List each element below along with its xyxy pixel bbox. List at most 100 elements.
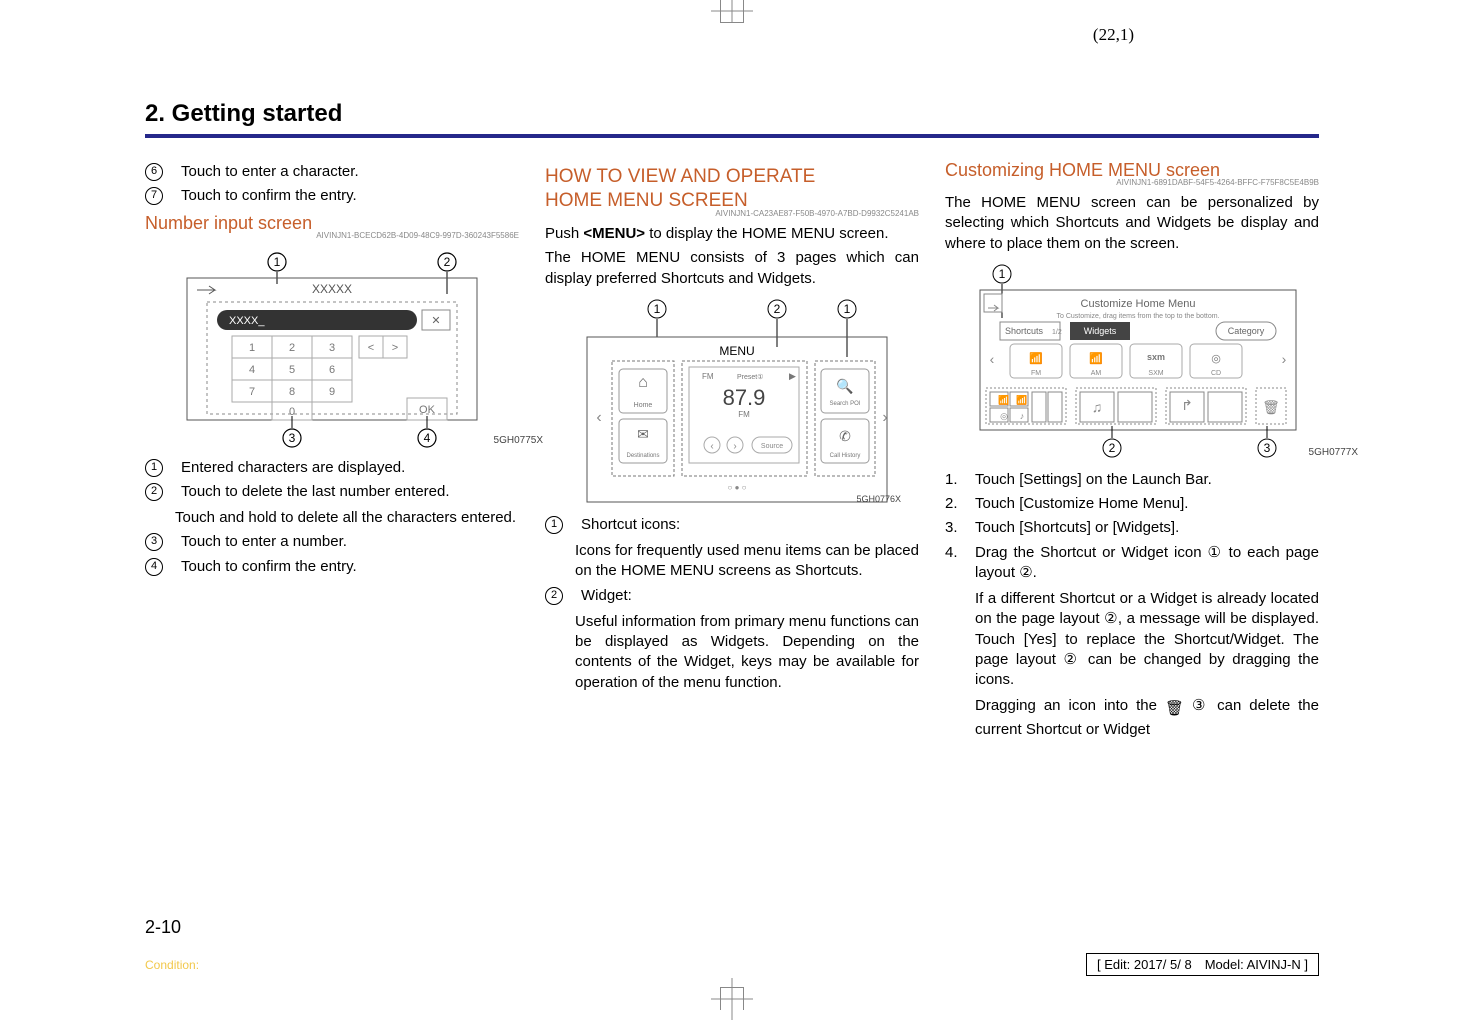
item-2-sub: Touch and hold to delete all the charact… bbox=[175, 508, 519, 528]
edit-info-box: [ Edit: 2017/ 5/ 8 Model: AIVINJ-N ] bbox=[1086, 953, 1319, 976]
svg-text:FM: FM bbox=[1031, 370, 1041, 377]
crop-mark-top bbox=[720, 0, 744, 23]
svg-text:📶: 📶 bbox=[998, 394, 1009, 405]
svg-text:⌂: ⌂ bbox=[638, 374, 648, 391]
svg-text:1: 1 bbox=[249, 342, 255, 354]
svg-text:›: › bbox=[882, 409, 887, 426]
svg-text:Call History: Call History bbox=[830, 453, 861, 459]
step-2-text: Touch [Customize Home Menu]. bbox=[975, 494, 1319, 514]
svg-text:▶: ▶ bbox=[789, 371, 796, 381]
svg-text:✕: ✕ bbox=[431, 315, 440, 327]
svg-text:XXXXX: XXXXX bbox=[312, 282, 352, 296]
trash-icon: 🗑 bbox=[1165, 699, 1184, 719]
step-3-text: Touch [Shortcuts] or [Widgets]. bbox=[975, 518, 1319, 538]
svg-text:1: 1 bbox=[654, 302, 661, 316]
c2-item-1-sub: Icons for frequently used menu items can… bbox=[575, 541, 919, 582]
svg-text:OK: OK bbox=[419, 404, 436, 416]
svg-text:Widgets: Widgets bbox=[1084, 326, 1117, 336]
svg-text:‹: ‹ bbox=[990, 351, 995, 367]
c2-item-1: 1 bbox=[545, 516, 563, 534]
svg-text:9: 9 bbox=[329, 386, 335, 398]
svg-text:1: 1 bbox=[844, 302, 851, 316]
chapter-title: 2. Getting started bbox=[145, 100, 1319, 138]
item-1-text: Entered characters are displayed. bbox=[181, 458, 519, 478]
svg-text:›: › bbox=[1282, 351, 1287, 367]
svg-text:4: 4 bbox=[424, 431, 431, 445]
home-menu-figure: 1 2 1 MENU ⌂ Home ✉ Destinations 🔍 Searc… bbox=[567, 297, 897, 507]
svg-text:♪: ♪ bbox=[1020, 411, 1025, 421]
svg-text:Home: Home bbox=[634, 402, 653, 409]
fig3-label: 5GH0777X bbox=[1309, 446, 1358, 460]
svg-text:♫: ♫ bbox=[1092, 399, 1103, 415]
step-3-num: 3. bbox=[945, 518, 965, 538]
step-1-text: Touch [Settings] on the Launch Bar. bbox=[975, 470, 1319, 490]
item-1: 1 bbox=[145, 459, 163, 477]
svg-text:AM: AM bbox=[1091, 370, 1102, 377]
svg-text:‹: ‹ bbox=[710, 441, 713, 452]
svg-text:🗑: 🗑 bbox=[1262, 399, 1280, 415]
svg-text:Category: Category bbox=[1228, 326, 1265, 336]
bullet-7-text: Touch to confirm the entry. bbox=[181, 186, 519, 206]
svg-text:7: 7 bbox=[249, 386, 255, 398]
howto-title: HOW TO VIEW AND OPERATE bbox=[545, 164, 919, 190]
svg-text:‹: ‹ bbox=[596, 409, 601, 426]
svg-text:Customize Home Menu: Customize Home Menu bbox=[1081, 298, 1196, 310]
svg-text:>: > bbox=[392, 342, 398, 354]
svg-text:2: 2 bbox=[289, 342, 295, 354]
item-4: 4 bbox=[145, 558, 163, 576]
step-2-num: 2. bbox=[945, 494, 965, 514]
c2-item-1-text: Shortcut icons: bbox=[581, 515, 919, 535]
number-input-figure: 1 2 XXXXX XXXX_ ✕ 123 456 789 0 <> OK 3 … bbox=[177, 250, 487, 450]
svg-text:87.9: 87.9 bbox=[723, 385, 766, 410]
sheet-coords: (22,1) bbox=[1093, 25, 1134, 45]
svg-text:FM: FM bbox=[738, 410, 750, 419]
svg-text:✉: ✉ bbox=[637, 426, 649, 442]
svg-text:XXXX_: XXXX_ bbox=[229, 315, 265, 327]
svg-text:✆: ✆ bbox=[839, 428, 851, 444]
crop-mark-bottom bbox=[720, 987, 744, 1010]
svg-text:3: 3 bbox=[329, 342, 335, 354]
step-4-sub1: If a different Shortcut or a Widget is a… bbox=[975, 589, 1319, 690]
svg-text:Destinations: Destinations bbox=[626, 453, 659, 459]
item-3: 3 bbox=[145, 533, 163, 551]
svg-text:8: 8 bbox=[289, 386, 295, 398]
svg-text:5: 5 bbox=[289, 364, 295, 376]
svg-text:Preset①: Preset① bbox=[737, 373, 764, 381]
svg-text:To Customize, drag items from: To Customize, drag items from the top to… bbox=[1056, 313, 1219, 320]
step-1-num: 1. bbox=[945, 470, 965, 490]
bullet-6: 6 bbox=[145, 163, 163, 181]
svg-text:CD: CD bbox=[1211, 370, 1221, 377]
svg-text:◎: ◎ bbox=[1211, 353, 1221, 365]
svg-text:MENU: MENU bbox=[719, 344, 754, 358]
svg-text:🔍: 🔍 bbox=[836, 377, 853, 395]
svg-text:Source: Source bbox=[761, 443, 783, 450]
svg-text:2: 2 bbox=[1109, 441, 1116, 455]
svg-text:sxm: sxm bbox=[1147, 352, 1165, 362]
svg-text:↱: ↱ bbox=[1181, 397, 1193, 413]
step-4-sub2: Dragging an icon into the 🗑 ③ can delete… bbox=[975, 696, 1319, 740]
step-4-num: 4. bbox=[945, 543, 965, 584]
fig1-label: 5GH0775X bbox=[494, 434, 543, 448]
svg-text:📶: 📶 bbox=[1089, 352, 1103, 365]
svg-text:📶: 📶 bbox=[1016, 394, 1027, 405]
item-4-text: Touch to confirm the entry. bbox=[181, 557, 519, 577]
customize-figure: 1 Customize Home Menu To Customize, drag… bbox=[962, 262, 1302, 462]
item-3-text: Touch to enter a number. bbox=[181, 532, 519, 552]
svg-text:6: 6 bbox=[329, 364, 335, 376]
svg-text:Shortcuts: Shortcuts bbox=[1005, 326, 1044, 336]
svg-text:3: 3 bbox=[1264, 441, 1271, 455]
c2-item-2: 2 bbox=[545, 587, 563, 605]
item-2: 2 bbox=[145, 483, 163, 501]
bullet-7: 7 bbox=[145, 187, 163, 205]
svg-text:📶: 📶 bbox=[1029, 352, 1043, 365]
fig2-label: 5GH0776X bbox=[856, 493, 901, 505]
column-3: Customizing HOME MENU screen AIVINJN1-68… bbox=[945, 158, 1319, 740]
column-1: 6 Touch to enter a character. 7 Touch to c… bbox=[145, 158, 519, 740]
svg-text:1/2: 1/2 bbox=[1052, 329, 1062, 336]
svg-text:1: 1 bbox=[274, 255, 281, 269]
column-2: HOW TO VIEW AND OPERATE HOME MENU SCREEN… bbox=[545, 158, 919, 740]
condition-label: Condition: bbox=[145, 958, 199, 972]
step-4-text: Drag the Shortcut or Widget icon ① to ea… bbox=[975, 543, 1319, 584]
bullet-6-text: Touch to enter a character. bbox=[181, 162, 519, 182]
svg-text:SXM: SXM bbox=[1148, 370, 1163, 377]
